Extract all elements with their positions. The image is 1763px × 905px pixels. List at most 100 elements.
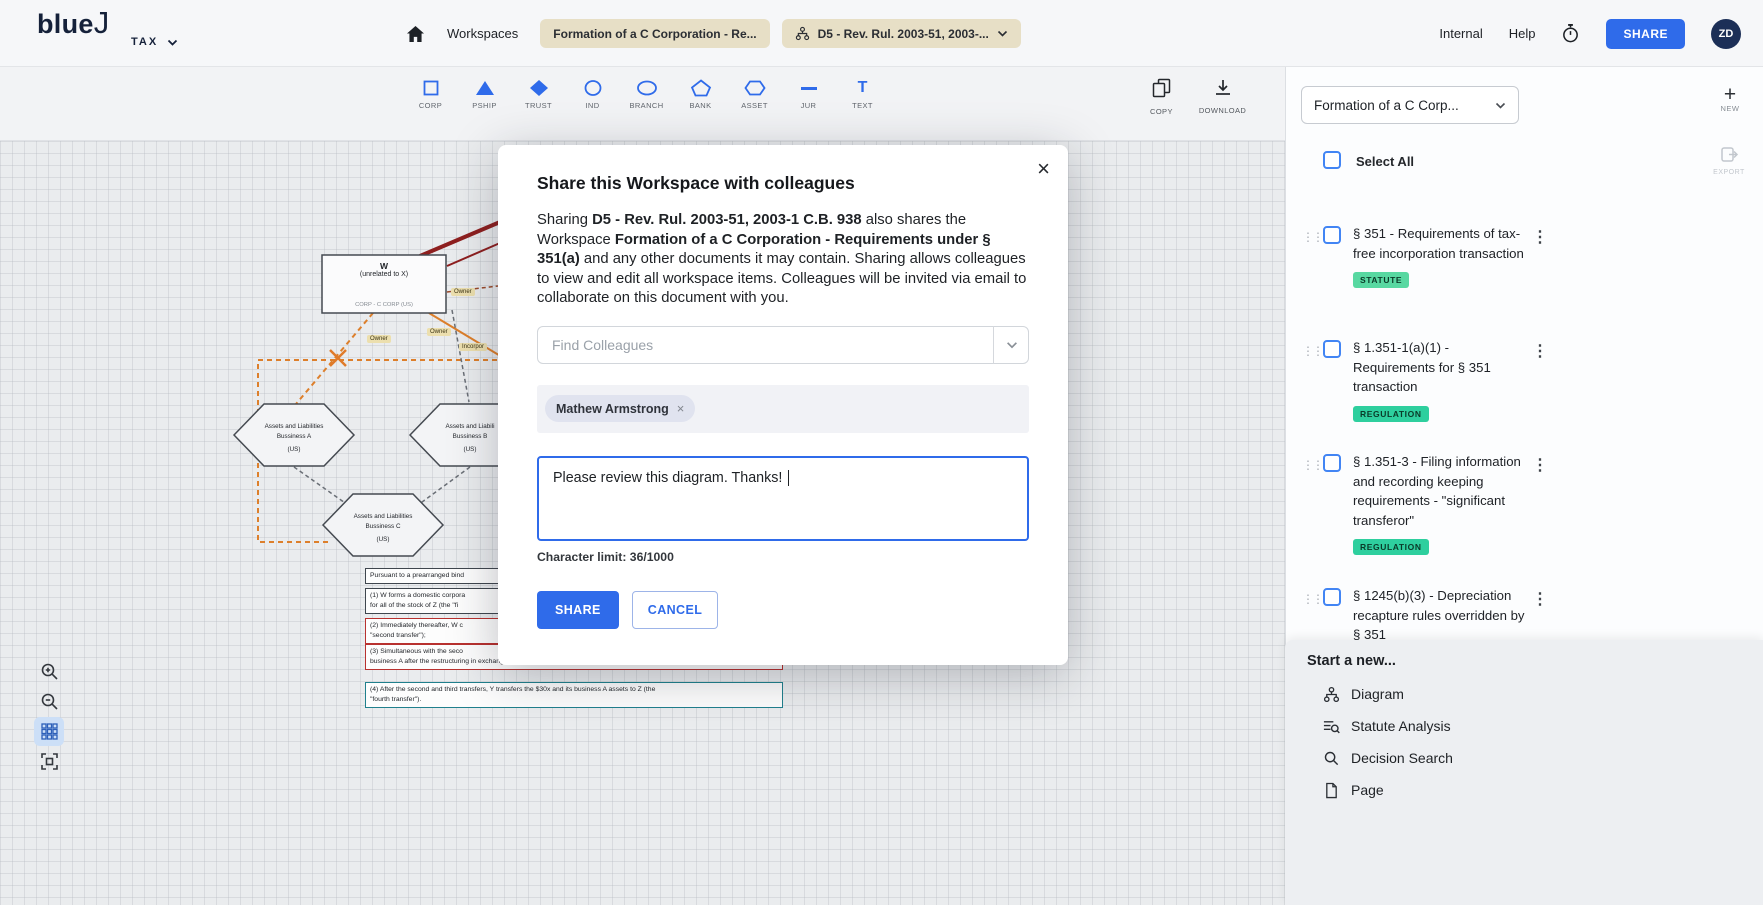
start-new-decision-search[interactable]: Decision Search <box>1285 742 1763 774</box>
workspaces-link[interactable]: Workspaces <box>447 26 518 41</box>
document-title: § 1.351-3 - Filing information and recor… <box>1353 452 1530 530</box>
tool-label: TRUST <box>525 101 552 110</box>
document-item[interactable]: ⋮⋮ § 1245(b)(3) - Depreciation recapture… <box>1286 586 1763 645</box>
tool-bank[interactable]: BANK <box>678 78 723 110</box>
tool-branch[interactable]: BRANCH <box>624 78 669 110</box>
start-new-item-label: Diagram <box>1351 686 1404 702</box>
fit-to-screen-button[interactable] <box>34 747 64 776</box>
hexagon-icon <box>744 78 766 97</box>
hex-c-line2: Bussiness C <box>323 522 443 532</box>
copy-button[interactable]: COPY <box>1150 78 1173 116</box>
tool-asset[interactable]: ASSET <box>732 78 777 110</box>
chevron-down-icon <box>997 30 1008 37</box>
diagram-note[interactable]: (4) After the second and third transfers… <box>365 682 783 708</box>
start-new-page[interactable]: Page <box>1285 774 1763 806</box>
kebab-menu-icon[interactable]: ⋮ <box>1532 341 1548 361</box>
tool-label: IND <box>585 101 599 110</box>
hex-a-line2: Bussiness A <box>234 432 354 442</box>
document-badge: REGULATION <box>1353 406 1429 422</box>
zoom-out-button[interactable] <box>34 687 64 716</box>
tool-corp[interactable]: CORP <box>408 78 453 110</box>
export-button[interactable]: EXPORT <box>1708 145 1750 176</box>
document-item[interactable]: ⋮⋮ § 1.351-3 - Filing information and re… <box>1286 452 1763 555</box>
brand-blue: blue <box>37 9 94 39</box>
new-document-button[interactable]: + NEW <box>1711 85 1749 113</box>
tool-trust[interactable]: TRUST <box>516 78 561 110</box>
asset-hexagon-a[interactable]: Assets and Liabilities Bussiness A (US) <box>234 422 354 455</box>
modal-share-button[interactable]: SHARE <box>537 591 619 629</box>
modal-actions: SHARE CANCEL <box>537 591 1029 629</box>
copy-icon <box>1152 78 1171 103</box>
note-line: (4) After the second and third transfers… <box>370 685 778 695</box>
line-icon <box>798 78 820 97</box>
download-label: DOWNLOAD <box>1199 106 1246 115</box>
workspace-selector-value: Formation of a C Corp... <box>1314 98 1459 113</box>
drag-handle-icon[interactable]: ⋮⋮ <box>1302 458 1322 472</box>
stopwatch-icon[interactable] <box>1561 23 1580 44</box>
document-title: § 1.351-1(a)(1) - Requirements for § 351… <box>1353 338 1530 397</box>
edge-label-incorporation[interactable]: Incorpor <box>459 343 487 351</box>
chevron-down-icon[interactable] <box>993 326 1029 364</box>
download-button[interactable]: DOWNLOAD <box>1199 78 1246 116</box>
find-colleagues-input[interactable] <box>537 326 1029 364</box>
triangle-icon <box>474 78 496 97</box>
brand-logo[interactable]: blueJ TAX <box>37 8 178 48</box>
help-link[interactable]: Help <box>1509 26 1536 41</box>
drag-handle-icon[interactable]: ⋮⋮ <box>1302 592 1322 606</box>
select-all-checkbox[interactable] <box>1323 151 1341 169</box>
modal-title: Share this Workspace with colleagues <box>537 173 1029 194</box>
modal-cancel-button[interactable]: CANCEL <box>632 591 718 629</box>
kebab-menu-icon[interactable]: ⋮ <box>1532 589 1548 609</box>
page-icon <box>1322 782 1340 799</box>
character-limit: Character limit: 36/1000 <box>537 550 1029 564</box>
edge-label-owner[interactable]: Owner <box>427 328 451 336</box>
kebab-menu-icon[interactable]: ⋮ <box>1532 455 1548 475</box>
tool-ind[interactable]: IND <box>570 78 615 110</box>
breadcrumb-document[interactable]: D5 - Rev. Rul. 2003-51, 2003-... <box>782 19 1021 48</box>
colleague-name: Mathew Armstrong <box>556 402 669 416</box>
avatar[interactable]: ZD <box>1711 19 1741 49</box>
start-new-statute-analysis[interactable]: Statute Analysis <box>1285 710 1763 742</box>
edge-label-owner[interactable]: Owner <box>451 288 475 296</box>
drag-handle-icon[interactable]: ⋮⋮ <box>1302 344 1322 358</box>
breadcrumb-workspace[interactable]: Formation of a C Corporation - Re... <box>540 19 769 48</box>
document-item[interactable]: ⋮⋮ § 351 - Requirements of tax-free inco… <box>1286 224 1763 288</box>
share-workspace-modal: × Share this Workspace with colleagues S… <box>498 145 1068 665</box>
drag-handle-icon[interactable]: ⋮⋮ <box>1302 230 1322 244</box>
workspace-selector[interactable]: Formation of a C Corp... <box>1301 86 1519 124</box>
brand-logo-text: blueJ <box>37 8 178 39</box>
zoom-in-button[interactable] <box>34 657 64 686</box>
edge-label-owner[interactable]: Owner <box>367 335 391 343</box>
colleague-tag[interactable]: Mathew Armstrong × <box>545 395 695 422</box>
chevron-down-icon[interactable] <box>167 39 178 46</box>
grid-toggle-button[interactable] <box>34 717 64 746</box>
asset-hexagon-c[interactable]: Assets and Liabilities Bussiness C (US) <box>323 512 443 545</box>
entity-w-type: CORP - C CORP (US) <box>355 302 413 308</box>
document-title: § 1245(b)(3) - Depreciation recapture ru… <box>1353 586 1530 645</box>
document-title: § 351 - Requirements of tax-free incorpo… <box>1353 224 1530 263</box>
document-checkbox[interactable] <box>1323 340 1341 358</box>
start-new-diagram[interactable]: Diagram <box>1285 678 1763 710</box>
internal-link[interactable]: Internal <box>1439 26 1482 41</box>
document-checkbox[interactable] <box>1323 454 1341 472</box>
entity-w-subtitle: (unrelated to X) <box>360 271 408 278</box>
top-bar-right: Internal Help SHARE ZD <box>1439 0 1763 67</box>
statute-analysis-icon <box>1322 718 1340 735</box>
close-icon[interactable]: × <box>1037 158 1050 180</box>
document-checkbox[interactable] <box>1323 588 1341 606</box>
tool-jur[interactable]: JUR <box>786 78 831 110</box>
document-item[interactable]: ⋮⋮ § 1.351-1(a)(1) - Requirements for § … <box>1286 338 1763 422</box>
tool-text[interactable]: T TEXT <box>840 78 885 110</box>
kebab-menu-icon[interactable]: ⋮ <box>1532 227 1548 247</box>
text-cursor <box>788 470 789 486</box>
tool-pship[interactable]: PSHIP <box>462 78 507 110</box>
remove-colleague-icon[interactable]: × <box>677 401 685 416</box>
note-line: "fourth transfer"). <box>370 695 778 705</box>
download-icon <box>1214 78 1232 102</box>
home-icon[interactable] <box>406 25 425 43</box>
share-message-textarea[interactable]: Please review this diagram. Thanks! <box>537 456 1029 541</box>
share-button[interactable]: SHARE <box>1606 19 1685 49</box>
entity-w[interactable]: W (unrelated to X) CORP - C CORP (US) <box>322 255 446 313</box>
document-badge: REGULATION <box>1353 539 1429 555</box>
document-checkbox[interactable] <box>1323 226 1341 244</box>
